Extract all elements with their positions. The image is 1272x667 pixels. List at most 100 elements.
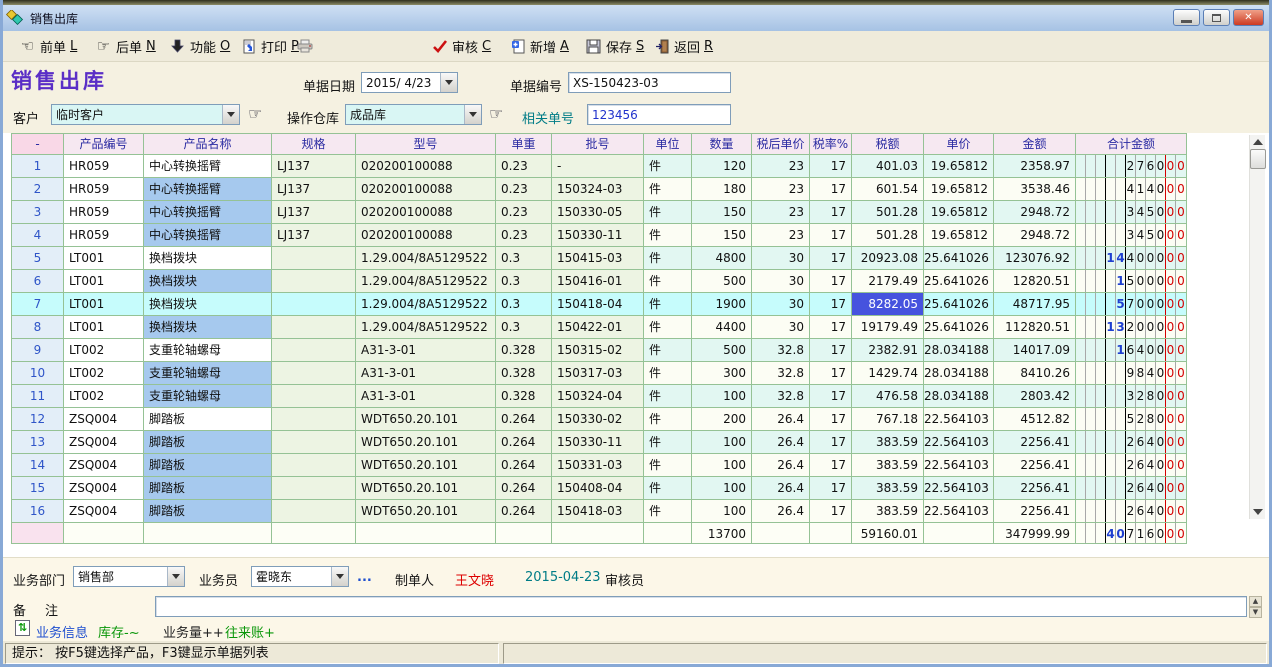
- cell-tax[interactable]: 1429.74: [852, 362, 924, 384]
- cell-num[interactable]: 16: [12, 500, 64, 522]
- cell-qty[interactable]: 300: [692, 362, 752, 384]
- cell-model[interactable]: 020200100088: [356, 155, 496, 177]
- dept-combobox[interactable]: 销售部: [73, 566, 185, 587]
- warehouse-dropdown-icon[interactable]: [464, 105, 481, 124]
- cell-ptax[interactable]: 26.4: [752, 500, 810, 522]
- salesman-dropdown-icon[interactable]: [331, 567, 348, 586]
- cell-name[interactable]: 脚踏板: [144, 454, 272, 476]
- table-row[interactable]: 12ZSQ004脚踏板WDT650.20.1010.264150330-02件2…: [12, 408, 1186, 431]
- warehouse-combobox[interactable]: 成品库: [345, 104, 482, 125]
- cell-code[interactable]: HR059: [64, 201, 144, 223]
- cell-amount[interactable]: 48717.95: [994, 293, 1076, 315]
- cell-rate[interactable]: 17: [810, 431, 852, 453]
- cell-amount[interactable]: 8410.26: [994, 362, 1076, 384]
- cell-amount[interactable]: 12820.51: [994, 270, 1076, 292]
- cell-amount[interactable]: 4512.82: [994, 408, 1076, 430]
- maximize-button[interactable]: [1203, 9, 1230, 26]
- next-doc-button[interactable]: ☞ 后单N: [95, 35, 156, 57]
- cell-num[interactable]: 6: [12, 270, 64, 292]
- table-row[interactable]: 9LT002支重轮轴螺母A31-3-010.328150315-02件50032…: [12, 339, 1186, 362]
- cell-rate[interactable]: 17: [810, 247, 852, 269]
- cell-unit[interactable]: 件: [644, 408, 692, 430]
- cell-name[interactable]: 支重轮轴螺母: [144, 385, 272, 407]
- cell-batch[interactable]: 150418-03: [552, 500, 644, 522]
- cell-amount[interactable]: 2948.72: [994, 224, 1076, 246]
- cell-model[interactable]: A31-3-01: [356, 339, 496, 361]
- cell-qty[interactable]: 150: [692, 224, 752, 246]
- vertical-scrollbar[interactable]: [1249, 135, 1265, 519]
- cell-rate[interactable]: 17: [810, 293, 852, 315]
- cell-weight[interactable]: 0.264: [496, 500, 552, 522]
- cell-amount[interactable]: 2358.97: [994, 155, 1076, 177]
- cell-name[interactable]: 换档拨块: [144, 270, 272, 292]
- cell-name[interactable]: 脚踏板: [144, 408, 272, 430]
- cell-ptax[interactable]: 26.4: [752, 408, 810, 430]
- cell-ptax[interactable]: 23: [752, 178, 810, 200]
- cell-code[interactable]: LT001: [64, 270, 144, 292]
- cell-model[interactable]: 020200100088: [356, 201, 496, 223]
- cell-tax[interactable]: 401.03: [852, 155, 924, 177]
- cell-tax[interactable]: 476.58: [852, 385, 924, 407]
- col-header-rownum[interactable]: -: [12, 134, 64, 154]
- cell-price[interactable]: 25.641026: [924, 293, 994, 315]
- scroll-up-icon[interactable]: [1250, 135, 1266, 149]
- cell-ptax[interactable]: 30: [752, 270, 810, 292]
- cell-qty[interactable]: 500: [692, 270, 752, 292]
- warehouse-picker-hand-icon[interactable]: ☞: [489, 104, 503, 124]
- col-header-code[interactable]: 产品编号: [64, 134, 144, 154]
- cell-code[interactable]: HR059: [64, 178, 144, 200]
- cell-rate[interactable]: 17: [810, 339, 852, 361]
- cell-price[interactable]: 28.034188: [924, 339, 994, 361]
- cell-spec[interactable]: [272, 316, 356, 338]
- cell-num[interactable]: 12: [12, 408, 64, 430]
- cell-code[interactable]: LT001: [64, 247, 144, 269]
- cell-weight[interactable]: 0.3: [496, 270, 552, 292]
- cell-qty[interactable]: 100: [692, 454, 752, 476]
- cell-name[interactable]: 中心转换摇臂: [144, 155, 272, 177]
- cell-spec[interactable]: [272, 454, 356, 476]
- cell-unit[interactable]: 件: [644, 155, 692, 177]
- cell-rate[interactable]: 17: [810, 362, 852, 384]
- cell-rate[interactable]: 17: [810, 408, 852, 430]
- cell-spec[interactable]: LJ137: [272, 201, 356, 223]
- cell-price[interactable]: 19.65812: [924, 224, 994, 246]
- col-header-name[interactable]: 产品名称: [144, 134, 272, 154]
- cell-qty[interactable]: 1900: [692, 293, 752, 315]
- link-stock[interactable]: 库存-~: [98, 622, 140, 641]
- cell-weight[interactable]: 0.23: [496, 201, 552, 223]
- cell-unit[interactable]: 件: [644, 339, 692, 361]
- table-row[interactable]: 3HR059中心转换摇臂LJ1370202001000880.23150330-…: [12, 201, 1186, 224]
- dept-dropdown-icon[interactable]: [167, 567, 184, 586]
- printer-button[interactable]: [296, 35, 313, 57]
- cell-rate[interactable]: 17: [810, 500, 852, 522]
- cell-price[interactable]: 22.564103: [924, 477, 994, 499]
- cell-qty[interactable]: 200: [692, 408, 752, 430]
- cell-batch[interactable]: 150330-11: [552, 431, 644, 453]
- cell-price[interactable]: 19.65812: [924, 201, 994, 223]
- col-header-price[interactable]: 单价: [924, 134, 994, 154]
- cell-amount[interactable]: 2256.41: [994, 500, 1076, 522]
- cell-qty[interactable]: 100: [692, 500, 752, 522]
- cell-tax[interactable]: 601.54: [852, 178, 924, 200]
- cell-num[interactable]: 8: [12, 316, 64, 338]
- cell-num[interactable]: 11: [12, 385, 64, 407]
- table-row[interactable]: 16ZSQ004脚踏板WDT650.20.1010.264150418-03件1…: [12, 500, 1186, 523]
- cell-code[interactable]: HR059: [64, 224, 144, 246]
- cell-price[interactable]: 25.641026: [924, 270, 994, 292]
- cell-model[interactable]: A31-3-01: [356, 362, 496, 384]
- cell-batch[interactable]: 150418-04: [552, 293, 644, 315]
- cell-unit[interactable]: 件: [644, 385, 692, 407]
- cell-amount[interactable]: 2948.72: [994, 201, 1076, 223]
- cell-ptax[interactable]: 32.8: [752, 385, 810, 407]
- cell-spec[interactable]: LJ137: [272, 155, 356, 177]
- cell-amount[interactable]: 2803.42: [994, 385, 1076, 407]
- cell-model[interactable]: WDT650.20.101: [356, 477, 496, 499]
- date-combobox[interactable]: 2015/ 4/23: [361, 72, 458, 93]
- link-business-info[interactable]: 业务信息: [36, 622, 88, 641]
- cell-ptax[interactable]: 26.4: [752, 477, 810, 499]
- cell-qty[interactable]: 100: [692, 385, 752, 407]
- cell-name[interactable]: 支重轮轴螺母: [144, 339, 272, 361]
- table-row[interactable]: 13ZSQ004脚踏板WDT650.20.1010.264150330-11件1…: [12, 431, 1186, 454]
- cell-batch[interactable]: -: [552, 155, 644, 177]
- cell-num[interactable]: 13: [12, 431, 64, 453]
